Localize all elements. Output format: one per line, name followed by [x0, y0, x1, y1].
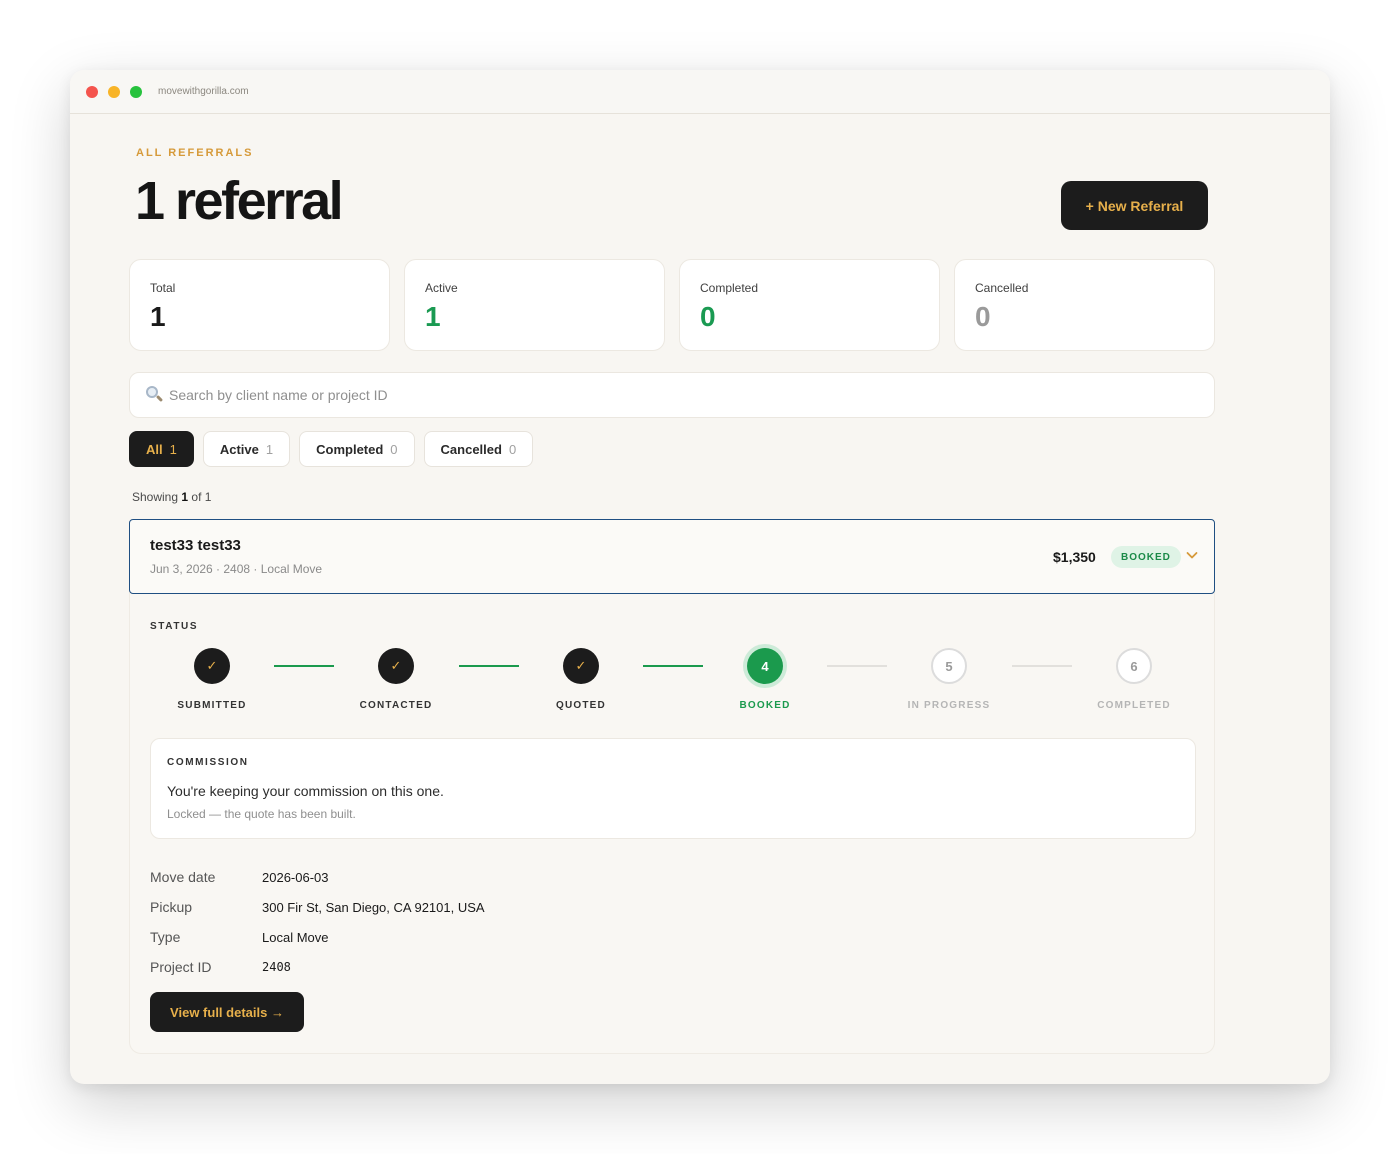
detail-row-type: Type Local Move	[150, 922, 485, 952]
step-label: SUBMITTED	[177, 700, 247, 711]
filter-tab-label: Completed	[316, 441, 384, 457]
results-count-prefix: Showing	[132, 490, 179, 504]
detail-key: Pickup	[150, 899, 193, 915]
stat-label: Active	[425, 281, 458, 295]
search-bar[interactable]	[129, 372, 1215, 418]
detail-row-pickup: Pickup 300 Fir St, San Diego, CA 92101, …	[150, 892, 485, 922]
filter-tab-count: 0	[508, 441, 517, 457]
stat-value: 1	[425, 301, 441, 332]
results-count: Showing 1 of 1	[132, 490, 211, 504]
status-section-label: STATUS	[150, 621, 199, 632]
commission-section-label: COMMISSION	[167, 757, 249, 768]
url-text[interactable]: movewithgorilla.com	[158, 86, 249, 97]
maximize-window-button[interactable]	[130, 85, 142, 98]
status-stepper: ✓ SUBMITTED ✓ CONTACTED ✓ QUOTED 4 BOOKE…	[150, 648, 1196, 718]
stat-value: 0	[975, 301, 991, 332]
detail-key: Type	[150, 929, 181, 945]
filter-tab-label: Cancelled	[440, 441, 502, 457]
referral-card-header[interactable]: test33 test33 Jun 3, 2026 · 2408 · Local…	[129, 519, 1215, 594]
filter-tab-count: 1	[169, 441, 177, 457]
detail-value: 2026-06-03	[262, 869, 329, 885]
page-eyebrow: ALL REFERRALS	[136, 147, 254, 159]
step-marker: ✓	[194, 648, 230, 684]
stat-label: Cancelled	[975, 281, 1029, 295]
stat-value: 0	[700, 301, 716, 332]
results-count-current: 1	[181, 490, 189, 504]
step-connector	[643, 665, 703, 667]
step-label: CONTACTED	[359, 700, 433, 711]
search-icon	[145, 385, 165, 405]
page-title: 1 referral	[135, 171, 344, 231]
minimize-window-button[interactable]	[108, 85, 120, 98]
stat-card-cancelled: Cancelled 0	[954, 259, 1215, 351]
step-label: BOOKED	[739, 700, 791, 711]
step-marker: ✓	[563, 648, 599, 684]
stat-label: Total	[150, 281, 176, 295]
step-completed: 6 COMPLETED	[1074, 648, 1194, 711]
step-connector	[1012, 665, 1072, 667]
stat-card-active: Active 1	[404, 259, 665, 351]
step-label: QUOTED	[556, 700, 606, 711]
referral-card: test33 test33 Jun 3, 2026 · 2408 · Local…	[129, 519, 1215, 1054]
stat-value: 1	[150, 301, 166, 332]
detail-row-project-id: Project ID 2408	[150, 952, 485, 982]
filter-tab-cancelled[interactable]: Cancelled 0	[423, 431, 534, 467]
detail-key: Move date	[150, 869, 216, 885]
chevron-down-icon[interactable]	[1184, 547, 1200, 563]
detail-row-move-date: Move date 2026-06-03	[150, 862, 485, 892]
results-count-total: 1	[204, 490, 212, 504]
referral-amount: $1,350	[1053, 549, 1096, 565]
step-quoted: ✓ QUOTED	[521, 648, 641, 711]
step-marker: 4	[747, 648, 783, 684]
referral-meta: Jun 3, 2026 · 2408 · Local Move	[150, 562, 323, 576]
step-connector	[459, 665, 519, 667]
step-marker: 5	[931, 648, 967, 684]
filter-tab-label: All	[146, 441, 163, 457]
step-in-progress: 5 IN PROGRESS	[889, 648, 1009, 711]
stat-card-total: Total 1	[129, 259, 390, 351]
step-marker: ✓	[378, 648, 414, 684]
detail-value: 2408	[262, 960, 291, 974]
step-connector	[827, 665, 887, 667]
stats-row: Total 1 Active 1 Completed 0 Cancelled 0	[129, 259, 1215, 351]
status-badge: BOOKED	[1111, 546, 1181, 568]
step-booked: 4 BOOKED	[705, 648, 825, 711]
detail-value: 300 Fir St, San Diego, CA 92101, USA	[262, 899, 485, 915]
step-contacted: ✓ CONTACTED	[336, 648, 456, 711]
step-label: IN PROGRESS	[907, 700, 991, 711]
referral-details: Move date 2026-06-03 Pickup 300 Fir St, …	[150, 862, 485, 982]
filter-tab-count: 1	[265, 441, 274, 457]
client-name: test33 test33	[150, 537, 241, 554]
commission-note: Locked — the quote has been built.	[167, 807, 356, 821]
step-marker: 6	[1116, 648, 1152, 684]
filter-tab-label: Active	[219, 441, 259, 457]
close-window-button[interactable]	[86, 85, 98, 98]
step-connector	[274, 665, 334, 667]
filter-tab-active[interactable]: Active 1	[202, 431, 291, 467]
stat-label: Completed	[700, 281, 759, 295]
view-full-details-button[interactable]: View full details →	[150, 992, 304, 1032]
browser-window: movewithgorilla.com ALL REFERRALS 1 refe…	[70, 70, 1330, 1084]
results-count-of: of	[191, 490, 202, 504]
filter-tab-completed[interactable]: Completed 0	[299, 431, 415, 467]
title-bar: movewithgorilla.com	[70, 70, 1330, 114]
filter-tab-all[interactable]: All 1	[129, 431, 194, 467]
step-submitted: ✓ SUBMITTED	[152, 648, 272, 711]
commission-message: You're keeping your commission on this o…	[167, 783, 444, 799]
stat-card-completed: Completed 0	[679, 259, 940, 351]
commission-panel: COMMISSION You're keeping your commissio…	[150, 738, 1196, 839]
filter-tab-count: 0	[390, 441, 398, 457]
search-input[interactable]	[169, 387, 1069, 403]
step-label: COMPLETED	[1097, 700, 1171, 711]
detail-value: Local Move	[262, 929, 329, 945]
detail-key: Project ID	[150, 959, 212, 975]
filter-tabs: All 1 Active 1 Completed 0 Cancelled 0	[129, 431, 534, 467]
new-referral-button[interactable]: + New Referral	[1061, 181, 1208, 230]
